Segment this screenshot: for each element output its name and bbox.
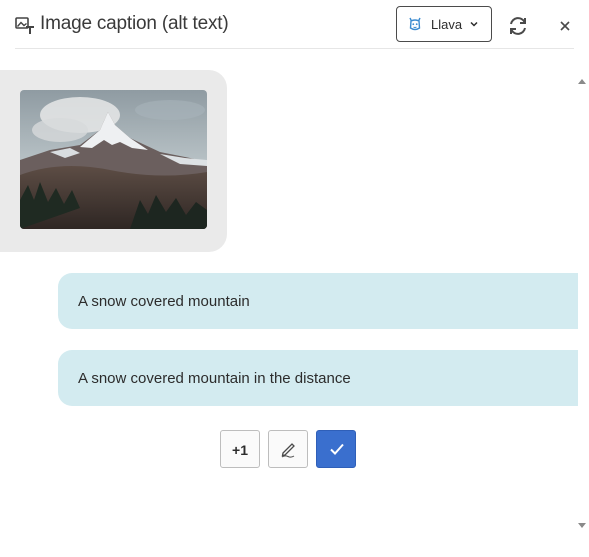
- close-icon[interactable]: [556, 17, 574, 35]
- model-selected-label: Llava: [431, 17, 463, 32]
- llava-model-icon: [409, 17, 421, 31]
- scroll-down-arrow-icon[interactable]: [577, 522, 587, 530]
- image-message-bubble: [0, 70, 227, 252]
- plus-one-label: +1: [232, 442, 248, 458]
- refresh-icon[interactable]: [506, 14, 530, 38]
- edit-button[interactable]: [268, 430, 308, 468]
- mountain-thumbnail: [20, 90, 207, 229]
- caption-option-2[interactable]: A snow covered mountain in the distance: [58, 350, 578, 406]
- model-selector[interactable]: Llava: [396, 6, 492, 42]
- image-text-icon: [15, 17, 34, 34]
- panel-title: Image caption (alt text): [40, 13, 229, 34]
- accept-caption-button[interactable]: [316, 430, 356, 468]
- checkmark-icon: [330, 443, 344, 455]
- header-divider: [15, 48, 574, 49]
- edit-pen-icon: [281, 443, 295, 458]
- plus-one-button[interactable]: +1: [220, 430, 260, 468]
- caption-option-1[interactable]: A snow covered mountain: [58, 273, 578, 329]
- panel-header: Image caption (alt text) Llava: [0, 0, 589, 50]
- caption-option-2-text: A snow covered mountain in the distance: [78, 370, 351, 387]
- image-caption-panel: Image caption (alt text) Llava A snow co…: [0, 0, 589, 557]
- chevron-down-icon: [470, 21, 478, 27]
- scroll-up-arrow-icon[interactable]: [577, 77, 587, 85]
- caption-option-1-text: A snow covered mountain: [78, 293, 250, 310]
